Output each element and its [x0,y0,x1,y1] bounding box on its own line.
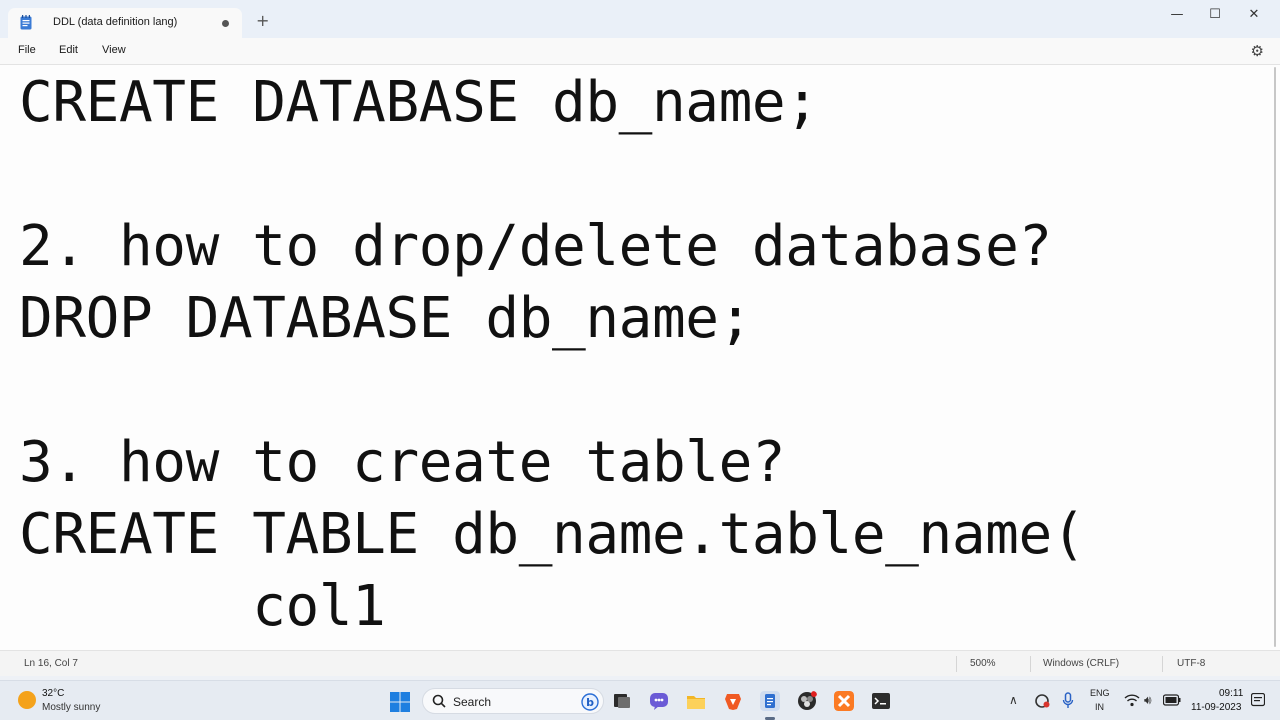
editor-line: DROP DATABASE db_name; [19,286,752,351]
file-explorer-icon[interactable] [686,691,706,711]
teams-chat-icon[interactable] [649,691,669,711]
menu-bar: File Edit View ⚙ [0,38,1280,64]
tab-title: DDL (data definition lang) [53,16,178,28]
vertical-scrollbar[interactable] [1272,67,1278,647]
wifi-icon[interactable] [1124,694,1140,707]
editor-line: CREATE DATABASE db_name; [19,70,819,135]
status-bar: Ln 16, Col 7 500% Windows (CRLF) UTF-8 [0,650,1280,676]
obs-studio-icon[interactable] [797,691,817,711]
minimize-button[interactable]: — [1162,6,1192,24]
status-divider [1030,656,1031,672]
editor-line: col1 [19,574,386,639]
language-indicator[interactable]: ENG [1090,688,1110,698]
cursor-position: Ln 16, Col 7 [24,658,78,669]
new-tab-button[interactable]: + [256,13,269,29]
search-label: Search [453,695,492,709]
menu-edit[interactable]: Edit [59,44,78,56]
volume-icon[interactable]: 🔊︎ [1144,693,1152,708]
unsaved-indicator-icon[interactable] [222,20,229,27]
line-ending[interactable]: Windows (CRLF) [1043,658,1119,669]
chevron-up-icon[interactable]: ∧ [1009,693,1018,707]
notepad-icon [20,15,32,30]
xampp-icon[interactable] [834,691,854,711]
terminal-icon[interactable] [871,691,891,711]
svg-text:b: b [586,696,594,709]
search-icon [432,694,446,708]
microphone-icon[interactable] [1062,692,1074,710]
settings-gear-icon[interactable]: ⚙ [1251,42,1264,60]
title-bar: DDL (data definition lang) + — ☐ ✕ [0,0,1280,38]
notepad-taskbar-icon[interactable] [760,691,780,711]
close-button[interactable]: ✕ [1239,6,1269,24]
task-view-icon[interactable] [612,691,632,711]
battery-icon[interactable] [1163,694,1181,706]
menu-view[interactable]: View [102,44,126,56]
menu-file[interactable]: File [18,44,36,56]
windows-start-icon[interactable] [390,692,410,712]
editor-line: 2. how to drop/delete database? [19,214,1052,279]
maximize-button[interactable]: ☐ [1200,6,1230,24]
encoding[interactable]: UTF-8 [1177,658,1205,669]
weather-temperature[interactable]: 32°C [42,688,64,699]
weather-description[interactable]: Mostly sunny [42,702,100,713]
keyboard-region[interactable]: IN [1095,702,1104,712]
bing-icon[interactable]: b [581,693,599,711]
taskbar: 32°C Mostly sunny Search b ∧ ENG IN 🔊︎ 0… [0,680,1280,720]
status-divider [956,656,957,672]
weather-sun-icon[interactable] [18,691,36,709]
editor-line: 3. how to create table? [19,430,786,495]
document-tab[interactable]: DDL (data definition lang) [8,8,242,38]
editor-line: CREATE TABLE db_name.table_name( [19,502,1086,567]
taskbar-search[interactable]: Search b [422,688,604,714]
status-divider [1162,656,1163,672]
text-editor[interactable]: CREATE DATABASE db_name; 2. how to drop/… [0,64,1280,650]
brave-browser-icon[interactable] [723,691,743,711]
zoom-level[interactable]: 500% [970,658,996,669]
update-sync-icon[interactable] [1034,693,1050,709]
clock-time[interactable]: 09:11 [1219,688,1243,699]
notification-icon[interactable] [1251,693,1265,709]
clock-date[interactable]: 11-09-2023 [1191,702,1241,713]
